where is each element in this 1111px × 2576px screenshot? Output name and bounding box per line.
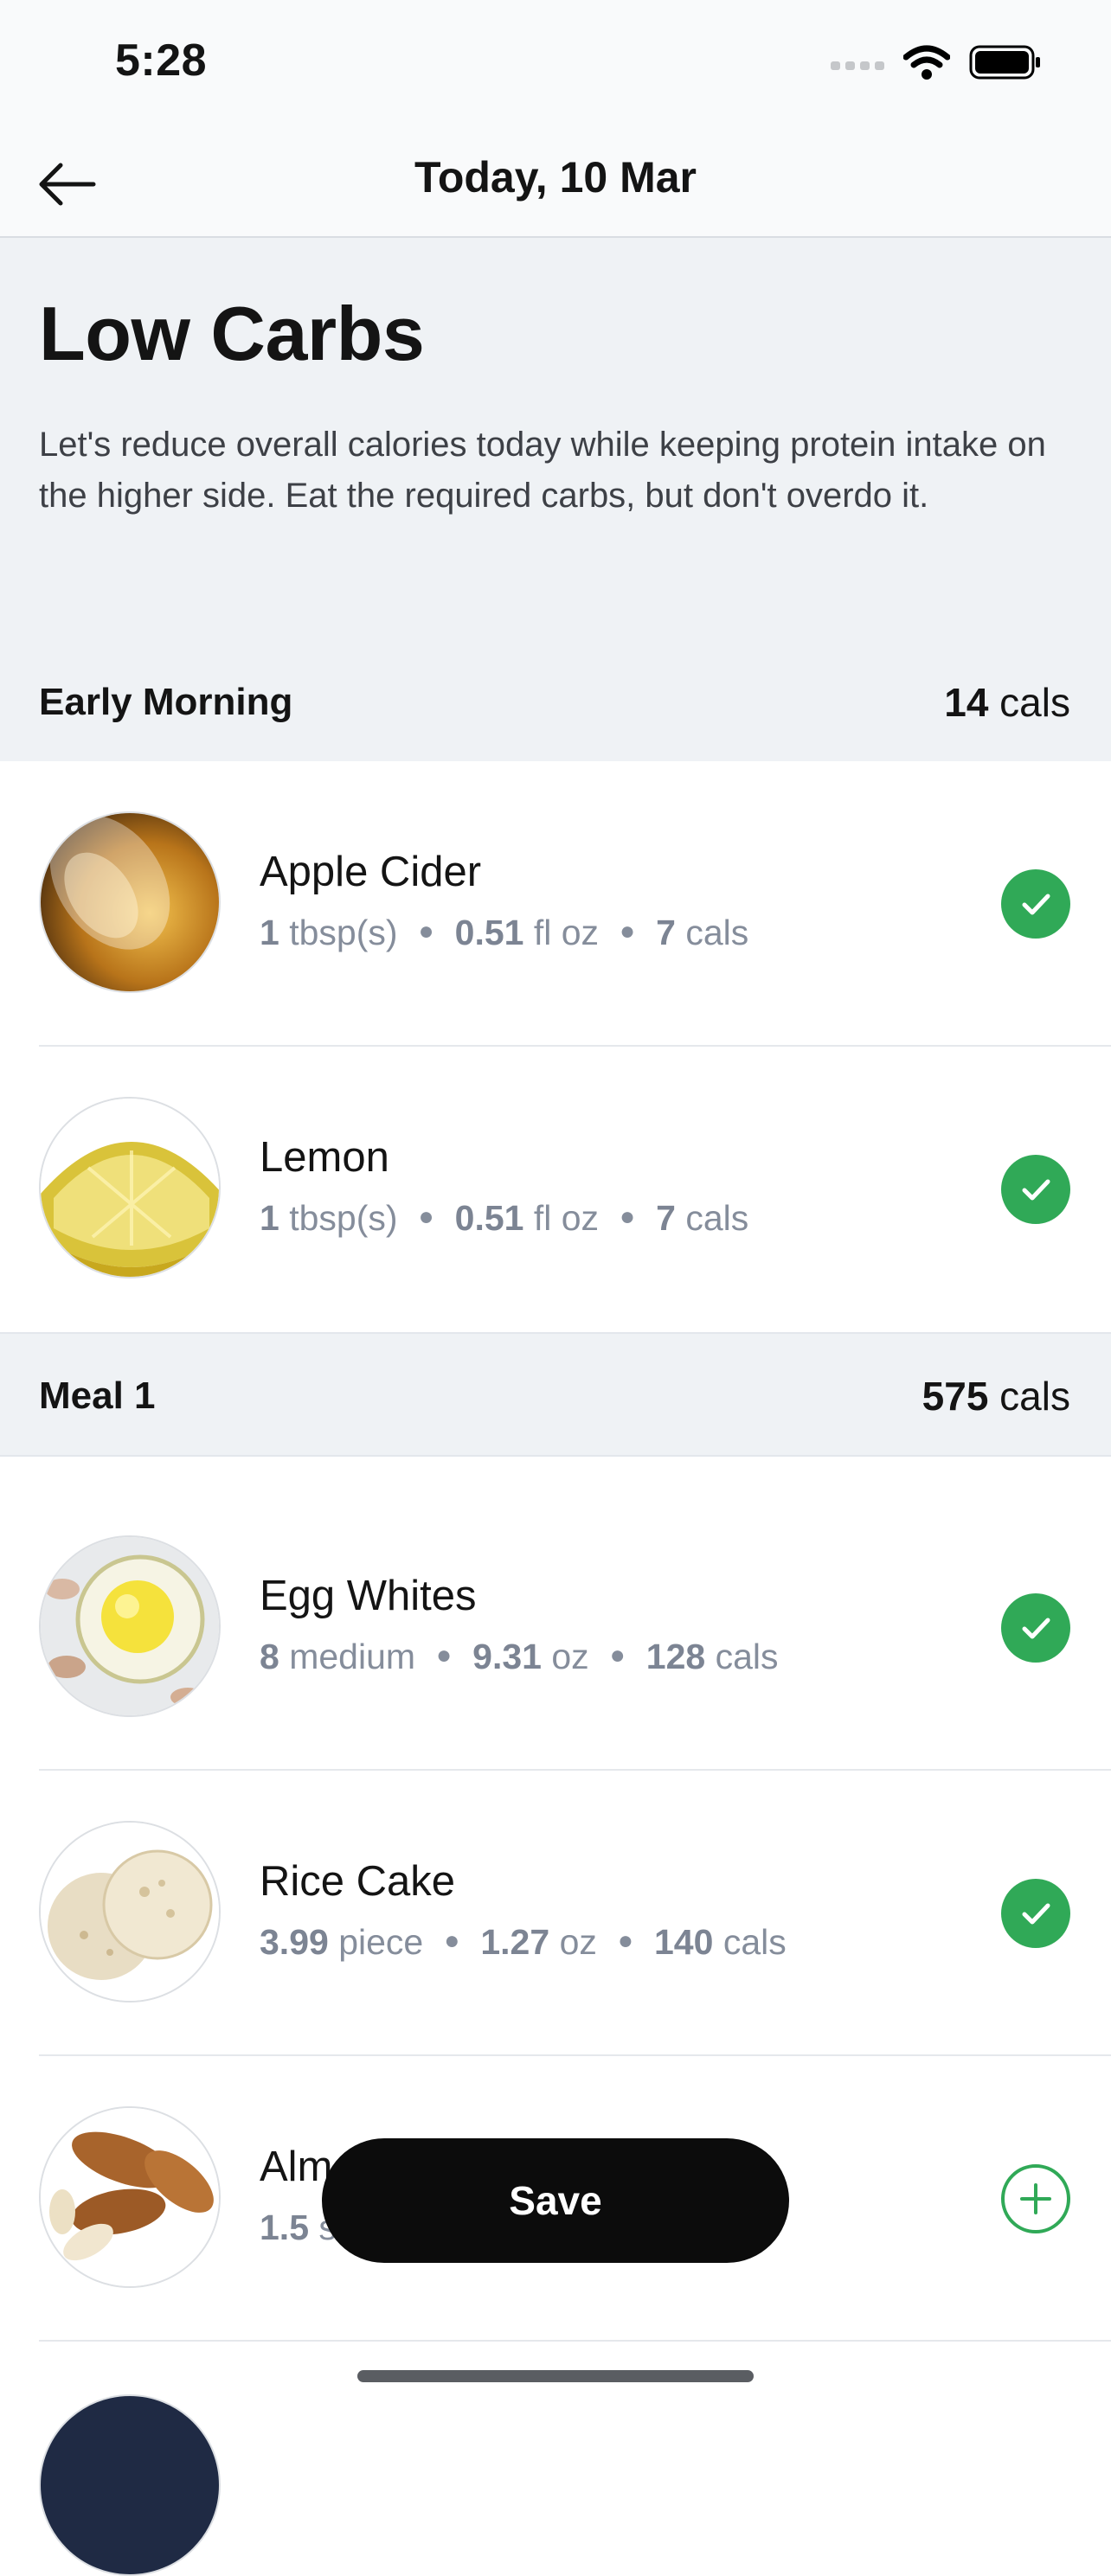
signal-icon: [831, 61, 884, 70]
section-cals-unit: cals: [988, 680, 1070, 725]
food-name: Alm: [260, 2143, 333, 2190]
plan-description: Let's reduce overall calories today whil…: [39, 426, 1046, 515]
section-header-meal-1: Meal 1 575 cals: [0, 1332, 1111, 1457]
food-item-lemon[interactable]: Lemon 1 tbsp(s) ● 0.51 fl oz ● 7 cals: [0, 1047, 1111, 1332]
food-meta: 3.99 piece ● 1.27 oz ● 140 cals: [260, 1922, 787, 1962]
save-button[interactable]: Save: [322, 2138, 789, 2263]
food-image-lemon: [39, 1097, 221, 1278]
completed-check-button[interactable]: [1001, 1593, 1070, 1663]
check-icon: [1022, 1179, 1050, 1201]
food-item-egg-whites[interactable]: Egg Whites 8 medium ● 9.31 oz ● 128 cals: [0, 1485, 1111, 1771]
divider: [39, 2340, 1111, 2342]
food-image-egg-whites: [39, 1535, 221, 1717]
section-name: Meal 1: [39, 1375, 156, 1417]
food-image-next-item: [39, 2394, 221, 2576]
completed-check-button[interactable]: [1001, 1155, 1070, 1224]
food-name: Lemon: [260, 1134, 389, 1181]
battery-icon: [969, 45, 1040, 80]
section-header-early-morning: Early Morning 14 cals: [0, 640, 1111, 763]
check-icon: [1022, 894, 1050, 915]
food-name: Apple Cider: [260, 849, 482, 895]
plan-title: Low Carbs: [39, 291, 425, 376]
food-image-almonds: [39, 2106, 221, 2288]
add-item-button[interactable]: [1001, 2164, 1070, 2233]
section-cals-value: 575: [922, 1374, 989, 1419]
food-name: Egg Whites: [260, 1573, 477, 1619]
check-icon: [1022, 1618, 1050, 1639]
section-cals-value: 14: [944, 680, 989, 725]
status-icons: [831, 45, 1042, 80]
food-item-apple-cider[interactable]: Apple Cider 1 tbsp(s) ● 0.51 fl oz ● 7 cals: [0, 761, 1111, 1047]
status-bar: 5:28: [0, 0, 1111, 130]
completed-check-button[interactable]: [1001, 1879, 1070, 1948]
food-meta: 1 tbsp(s) ● 0.51 fl oz ● 7 cals: [260, 913, 749, 952]
home-indicator[interactable]: [357, 2370, 754, 2382]
section-cals: 575 cals: [922, 1373, 1070, 1419]
food-image-apple-cider: [39, 811, 221, 993]
section-cals: 14 cals: [944, 679, 1070, 726]
section-name: Early Morning: [39, 681, 293, 723]
check-icon: [1022, 1903, 1050, 1925]
food-name: Rice Cake: [260, 1858, 456, 1905]
wifi-icon: [903, 45, 950, 80]
completed-check-button[interactable]: [1001, 869, 1070, 939]
status-time: 5:28: [115, 35, 208, 86]
nav-title: Today, 10 Mar: [414, 153, 697, 202]
food-item-rice-cake[interactable]: Rice Cake 3.99 piece ● 1.27 oz ● 140 cals: [0, 1771, 1111, 2056]
section-cals-unit: cals: [988, 1374, 1070, 1419]
nav-bar: Today, 10 Mar: [0, 130, 1111, 238]
food-image-rice-cake: [39, 1821, 221, 2002]
food-meta: 8 medium ● 9.31 oz ● 128 cals: [260, 1637, 779, 1676]
plus-icon: [1020, 2183, 1051, 2214]
food-meta: 1 tbsp(s) ● 0.51 fl oz ● 7 cals: [260, 1198, 749, 1238]
